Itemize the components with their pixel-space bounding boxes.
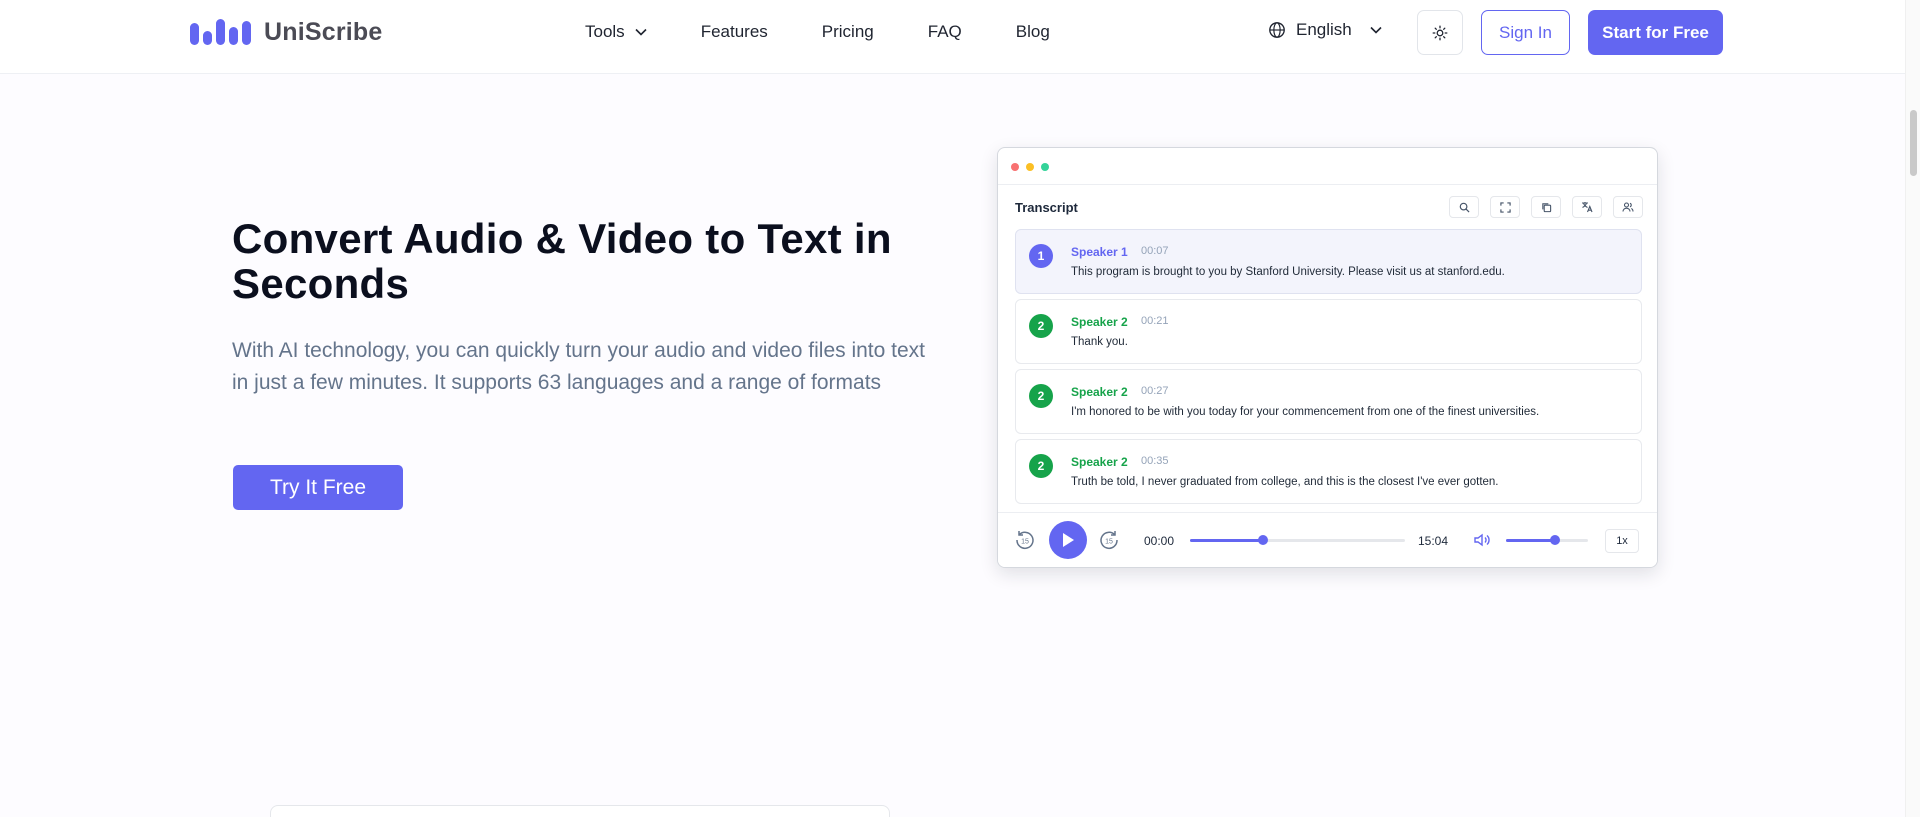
window-titlebar [998,148,1657,185]
speakers-button[interactable] [1613,196,1643,218]
theme-toggle-button[interactable] [1417,10,1463,55]
speaker-avatar: 2 [1029,314,1053,338]
globe-icon [1269,22,1285,38]
nav-tools-label: Tools [585,22,625,41]
duration: 15:04 [1418,534,1449,548]
hero-subtitle: With AI technology, you can quickly turn… [232,339,925,394]
speaker-name: Speaker 2 [1071,455,1128,469]
next-section-card [270,805,890,817]
transcript-text: Truth be told, I never graduated from co… [1071,476,1499,488]
start-for-free-button[interactable]: Start for Free [1588,10,1723,55]
transcript-heading: Transcript [1015,200,1078,215]
copy-button[interactable] [1531,196,1561,218]
hero-title: Convert Audio & Video to Text in Seconds [232,215,892,307]
transcript-toolbar [1449,196,1643,218]
window-minimize-dot [1026,163,1034,171]
timestamp[interactable]: 00:35 [1141,455,1169,467]
window-close-dot [1011,163,1019,171]
logo-icon [190,18,252,47]
search-button[interactable] [1449,196,1479,218]
chevron-down-icon [635,28,647,36]
play-button[interactable] [1049,521,1087,559]
window-maximize-dot [1041,163,1049,171]
site-header: UniScribe Tools Features Pricing FAQ Blo… [0,0,1905,74]
volume-handle[interactable] [1550,535,1561,545]
forward-15-icon: 15 [1100,531,1118,549]
timestamp[interactable]: 00:07 [1141,245,1169,257]
transcript-entry[interactable]: 2 Speaker 2 00:35 Truth be told, I never… [1015,439,1642,504]
speaker-name: Speaker 2 [1071,385,1128,399]
users-icon [1622,202,1634,212]
nav-faq[interactable]: FAQ [928,22,962,42]
timestamp[interactable]: 00:27 [1141,385,1169,397]
transcript-list: 1 Speaker 1 00:07 This program is brough… [1015,229,1642,509]
expand-icon [1499,201,1511,213]
transcript-text: This program is brought to you by Stanfo… [1071,266,1505,278]
volume-button[interactable] [1470,528,1494,552]
transcript-entry[interactable]: 2 Speaker 2 00:21 Thank you. [1015,299,1642,364]
svg-text:15: 15 [1105,539,1113,546]
playback-speed-button[interactable]: 1x [1605,529,1639,553]
rewind-15-button[interactable]: 15 [1013,528,1037,552]
nav-blog[interactable]: Blog [1016,22,1050,42]
logo[interactable]: UniScribe [190,18,383,47]
play-icon [1063,533,1074,547]
transcript-text: Thank you. [1071,336,1128,348]
speaker-avatar: 1 [1029,244,1053,268]
transcript-entry[interactable]: 1 Speaker 1 00:07 This program is brough… [1015,229,1642,294]
progress-slider[interactable] [1190,535,1405,545]
language-label: English [1296,20,1352,39]
progress-fill [1190,539,1264,542]
translate-icon [1582,202,1593,213]
volume-icon [1474,533,1490,547]
progress-handle[interactable] [1258,535,1269,545]
current-time: 00:00 [1144,534,1175,548]
try-it-free-button[interactable]: Try It Free [233,465,403,510]
speaker-name: Speaker 1 [1071,245,1128,259]
search-icon [1459,202,1470,213]
volume-fill [1506,539,1556,542]
rewind-15-icon: 15 [1016,531,1034,549]
main-nav: Tools Features Pricing FAQ Blog [585,22,1104,42]
transcript-preview-window: Transcript 1 Speaker 1 00:07 This progra… [997,147,1658,568]
chevron-down-icon [1370,26,1382,34]
volume-slider[interactable] [1506,535,1588,545]
timestamp[interactable]: 00:21 [1141,315,1169,327]
translate-button[interactable] [1572,196,1602,218]
forward-15-button[interactable]: 15 [1097,528,1121,552]
sun-icon [1432,25,1448,40]
language-selector[interactable]: English [1268,20,1382,40]
brand-name: UniScribe [264,18,383,46]
copy-icon [1541,202,1551,212]
speaker-avatar: 2 [1029,454,1053,478]
svg-text:15: 15 [1021,539,1029,546]
speaker-avatar: 2 [1029,384,1053,408]
nav-features[interactable]: Features [701,22,768,42]
speaker-name: Speaker 2 [1071,315,1128,329]
sign-in-button[interactable]: Sign In [1481,10,1570,55]
page-scrollbar[interactable] [1905,0,1920,817]
transcript-entry[interactable]: 2 Speaker 2 00:27 I'm honored to be with… [1015,369,1642,434]
transcript-text: I'm honored to be with you today for you… [1071,406,1540,418]
scrollbar-thumb[interactable] [1910,110,1917,176]
audio-player: 15 15 00:00 15:04 1x [998,512,1657,567]
fullscreen-button[interactable] [1490,196,1520,218]
nav-tools[interactable]: Tools [585,22,647,42]
nav-pricing[interactable]: Pricing [822,22,874,42]
